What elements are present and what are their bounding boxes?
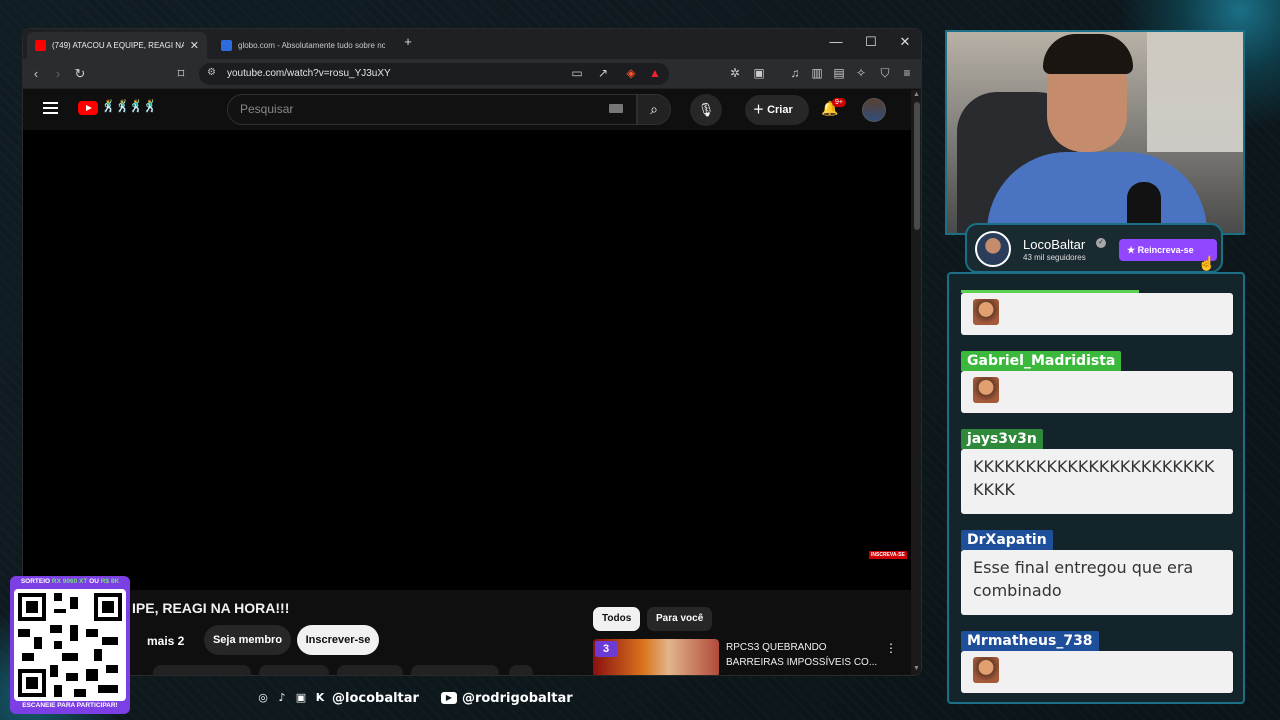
- extensions-icon[interactable]: ✲: [727, 66, 743, 80]
- social-handle: @rodrigobaltar: [461, 690, 573, 706]
- recommended-title[interactable]: RPCS3 QUEBRANDO BARREIRAS IMPOSSÍVEIS CO…: [726, 640, 881, 670]
- qr-code-icon: [18, 593, 122, 697]
- search-icon: ⌕: [650, 101, 658, 117]
- youtube-icon: ▶: [440, 692, 457, 704]
- social-handle: @locobaltar: [332, 690, 419, 706]
- chip-para-voce[interactable]: Para você: [647, 607, 713, 631]
- share-button[interactable]: [259, 665, 329, 675]
- create-button[interactable]: ＋ Criar: [745, 95, 809, 125]
- cast-icon[interactable]: ▭: [569, 66, 585, 80]
- qr-code[interactable]: [14, 589, 126, 701]
- channel-more-count: mais 2: [147, 634, 185, 648]
- tab-youtube[interactable]: (749) ATACOU A EQUIPE, REAGI NA HO ✕: [27, 32, 207, 59]
- youtube-header: 🕺🕺🕺🕺 Pesquisar ⌕ 🎙 ＋ Criar 🔔 9+: [23, 90, 911, 130]
- mic-icon: 🎙: [697, 102, 715, 117]
- subscribe-button[interactable]: Inscrever-se: [297, 625, 379, 655]
- site-info-icon[interactable]: ⚙: [207, 67, 216, 78]
- thanks-button[interactable]: [337, 665, 403, 675]
- laugh-emote-icon: [973, 377, 999, 403]
- wallet-icon[interactable]: ▤: [831, 66, 847, 80]
- channel-name: LocoBaltar: [1023, 237, 1086, 252]
- leo-ai-icon[interactable]: ✧: [853, 66, 869, 80]
- chat-username: jays3v3n: [961, 429, 1043, 449]
- search-button[interactable]: ⌕: [637, 94, 671, 125]
- chat-username: Gabriel_Madridista: [961, 351, 1122, 371]
- globo-icon: [221, 40, 232, 51]
- chat-username: Mrmatheus_738: [961, 631, 1099, 651]
- channel-followers: 43 mil seguidores: [1023, 253, 1086, 262]
- more-options-icon[interactable]: ⋮: [885, 641, 897, 655]
- tab-title: globo.com - Absolutamente tudo sobre not…: [238, 41, 385, 50]
- verified-icon: ✓: [1096, 238, 1106, 248]
- mouse-cursor-icon: ☝: [1198, 255, 1216, 271]
- keyboard-icon[interactable]: [609, 104, 623, 113]
- tab-title: (749) ATACOU A EQUIPE, REAGI NA HO: [52, 41, 184, 50]
- download-button[interactable]: [411, 665, 499, 675]
- menu-icon[interactable]: ≡: [899, 66, 915, 80]
- chat-message: [961, 651, 1233, 693]
- sidebar-icon[interactable]: ▥: [809, 66, 825, 80]
- close-tab-icon[interactable]: ✕: [190, 39, 199, 52]
- laugh-emote-icon: [973, 657, 999, 683]
- recommended-badge: 3: [595, 641, 617, 657]
- scroll-up-arrow-icon[interactable]: ▲: [913, 91, 920, 98]
- minimize-button[interactable]: —: [827, 34, 845, 49]
- join-button[interactable]: Seja membro: [204, 625, 291, 655]
- twitch-icon: ▣: [295, 691, 307, 704]
- chat-message: [961, 293, 1233, 335]
- subscribe-watermark[interactable]: INSCREVA-SE: [869, 551, 907, 559]
- browser-window: (749) ATACOU A EQUIPE, REAGI NA HO ✕ glo…: [22, 28, 922, 676]
- chat-username: DrXapatin: [961, 530, 1053, 550]
- scroll-down-arrow-icon[interactable]: ▼: [913, 665, 920, 672]
- brave-rewards-icon[interactable]: ▲: [647, 66, 663, 80]
- tiktok-icon: ♪: [278, 691, 286, 704]
- tab-bar: (749) ATACOU A EQUIPE, REAGI NA HO ✕ glo…: [23, 29, 921, 59]
- chat-message: [961, 371, 1233, 413]
- tab-globo[interactable]: globo.com - Absolutamente tudo sobre not…: [213, 32, 393, 59]
- bookmark-icon[interactable]: ⌑: [173, 66, 189, 82]
- back-icon[interactable]: ‹: [28, 66, 44, 81]
- giveaway-title: SORTEIO RX 9060 XT OU R$ 8K: [20, 578, 120, 585]
- doodle-icon[interactable]: 🕺🕺🕺🕺: [101, 99, 158, 113]
- new-tab-button[interactable]: +: [399, 34, 417, 49]
- instagram-icon: ◎: [258, 691, 268, 704]
- chip-todos[interactable]: Todos: [593, 607, 641, 631]
- chat-message-text: Esse final entregou que era combinado: [961, 550, 1233, 615]
- resubscribe-label: Reincreva-se: [1137, 245, 1194, 255]
- vpn-icon[interactable]: ⛉: [877, 66, 893, 81]
- channel-avatar: [975, 231, 1011, 267]
- webcam-feed: [945, 30, 1245, 235]
- reload-icon[interactable]: ↻: [72, 66, 88, 82]
- close-window-button[interactable]: ✕: [896, 34, 914, 50]
- chat-message-text: KKKKKKKKKKKKKKKKKKKKKKKKKKK: [961, 449, 1233, 514]
- youtube-logo[interactable]: [78, 101, 98, 115]
- forward-icon[interactable]: ›: [50, 66, 66, 81]
- maximize-button[interactable]: ☐: [862, 34, 880, 50]
- kick-icon: K: [315, 691, 325, 704]
- youtube-icon: [35, 40, 46, 51]
- brave-shield-icon[interactable]: ◈: [623, 66, 639, 80]
- video-title: IPE, REAGI NA HORA!!!: [132, 600, 290, 616]
- share-icon[interactable]: ↗: [595, 66, 611, 80]
- voice-search-button[interactable]: 🎙: [690, 94, 722, 126]
- laugh-emote-icon: [973, 299, 999, 325]
- menu-hamburger-icon[interactable]: [43, 102, 58, 114]
- scrollbar-thumb[interactable]: [914, 102, 920, 230]
- notification-badge: 9+: [832, 98, 846, 107]
- search-input[interactable]: Pesquisar: [227, 94, 637, 125]
- video-player[interactable]: [23, 130, 911, 590]
- address-bar: ‹ › ↻ ⌑ youtube.com/watch?v=rosu_YJ3uXY …: [23, 59, 921, 89]
- giveaway-scan-text: ESCANEIE PARA PARTICIPAR!: [22, 702, 118, 709]
- account-avatar[interactable]: [862, 98, 886, 122]
- music-icon[interactable]: ♫: [787, 66, 803, 80]
- create-label: Criar: [767, 104, 793, 116]
- screenshot-icon[interactable]: ▣: [751, 66, 767, 80]
- more-actions-button[interactable]: [509, 665, 533, 675]
- social-links: ◎ ♪ ▣ K @locobaltar ▶ @rodrigobaltar: [256, 689, 573, 707]
- like-button[interactable]: [153, 665, 251, 675]
